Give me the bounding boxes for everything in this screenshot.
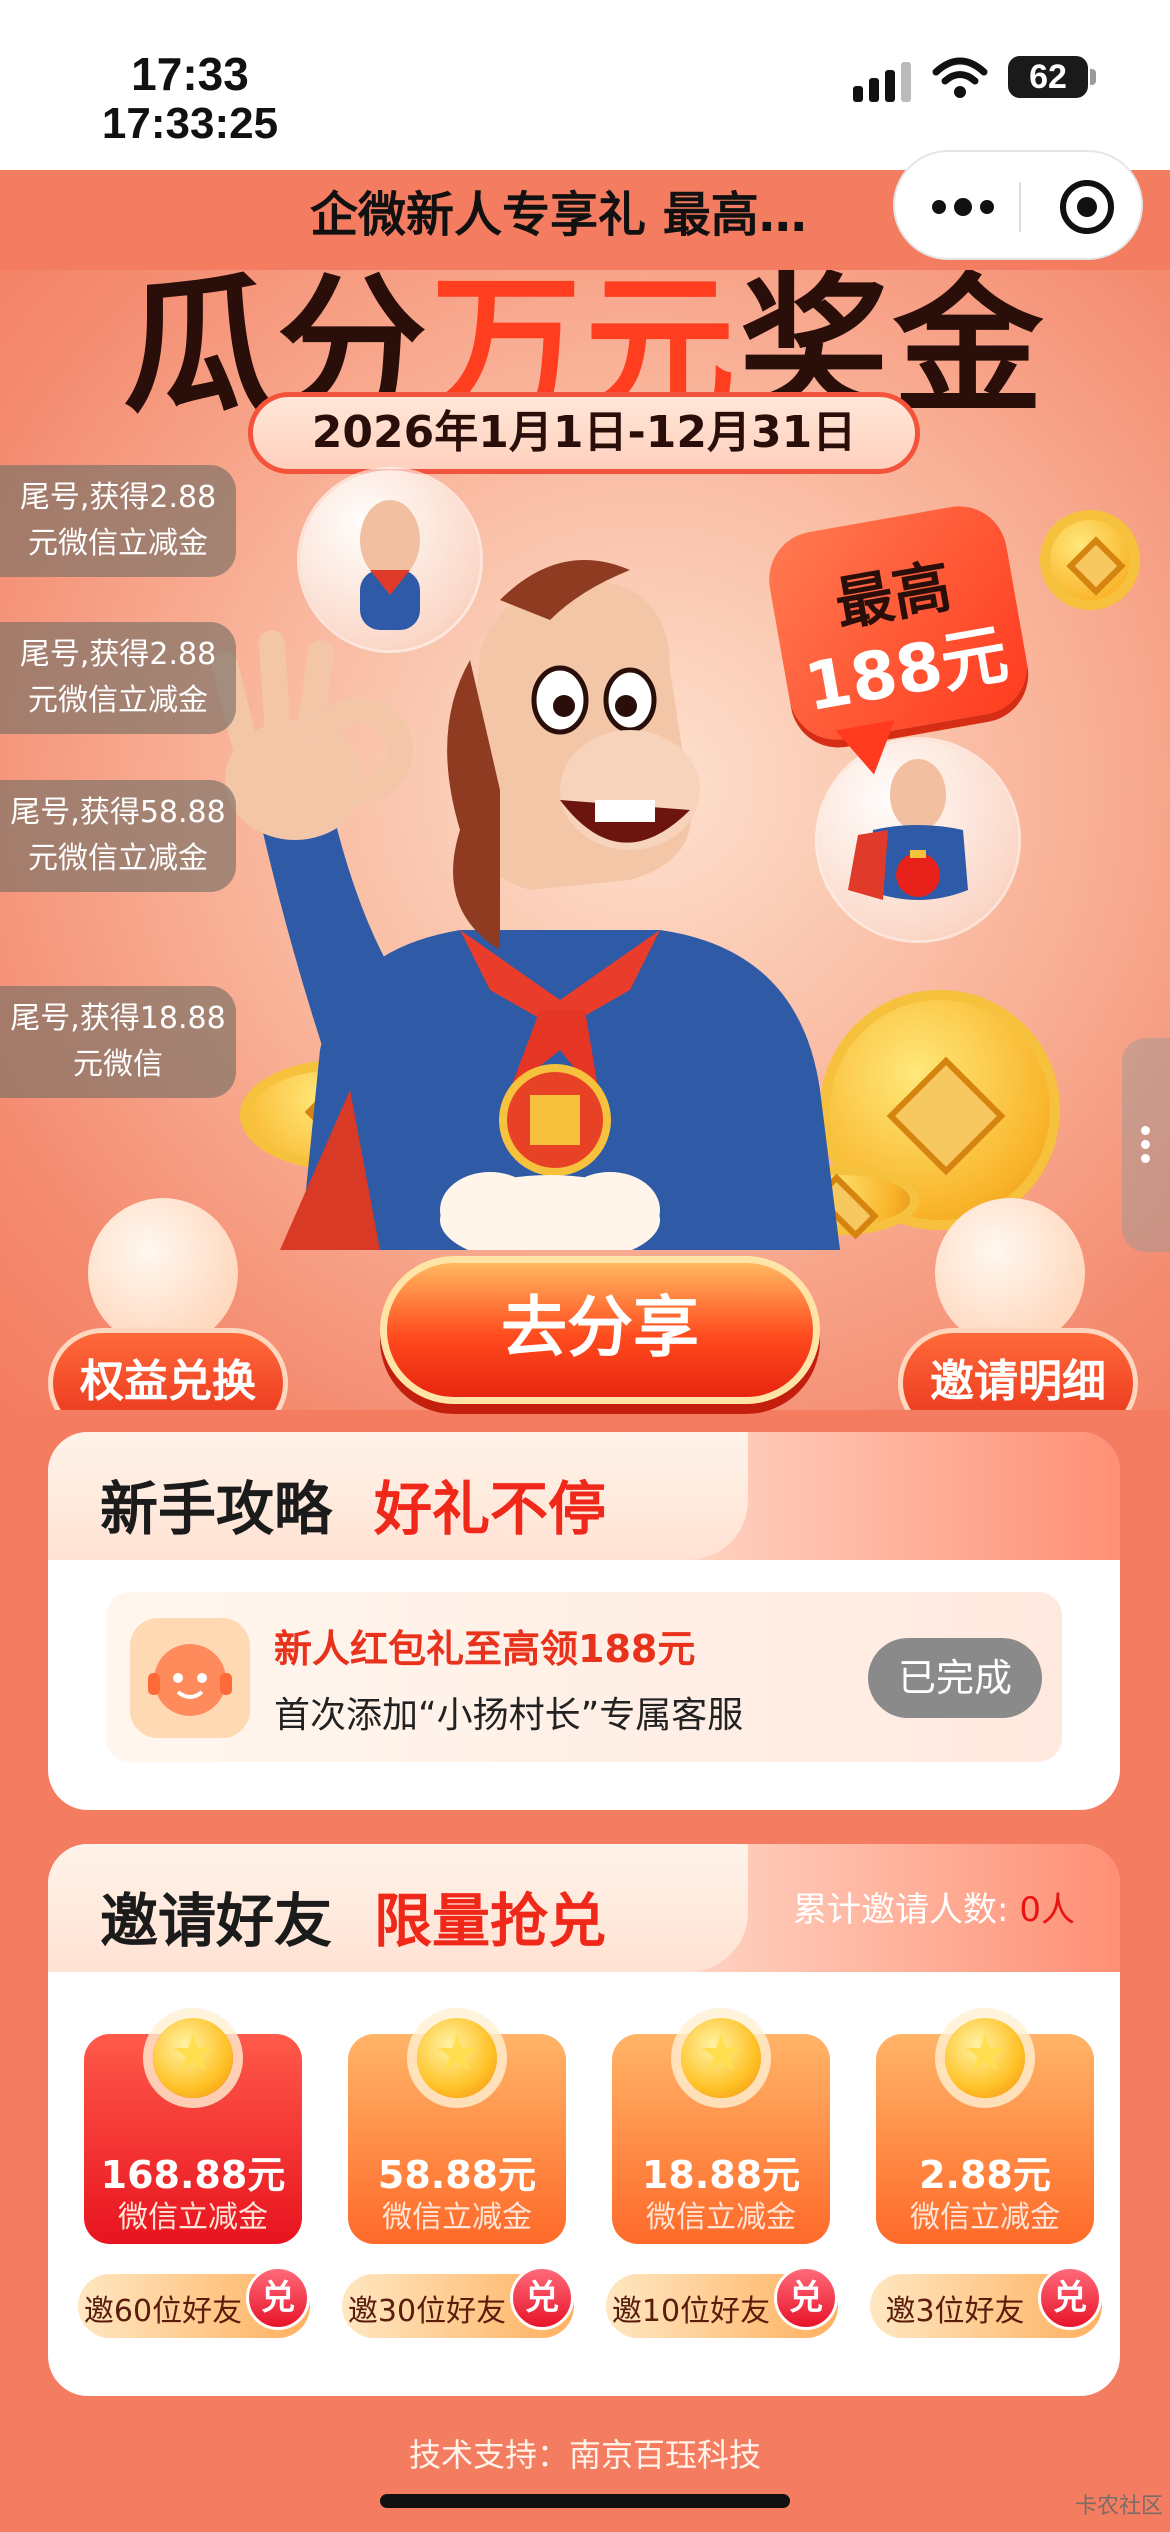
watermark: 卡农社区 [1075, 2494, 1164, 2519]
reward-label: 微信立减金 [118, 2200, 268, 2235]
invite-friends-card: 邀请好友 限量抢兑 累计邀请人数: 0人 168.88元 微信立减金 邀60位好… [48, 1844, 1120, 2396]
status-time: 17:33 [131, 48, 249, 100]
status-bar: 17:33 17:33:25 62 [0, 0, 1170, 170]
reward-label: 微信立减金 [910, 2200, 1060, 2235]
customer-service-avatar-icon [130, 1618, 250, 1738]
reward-toast: 尾号,获得2.88元微信立减金 [0, 622, 236, 734]
exchange-button[interactable]: 兑 [510, 2266, 574, 2330]
target-close-icon[interactable] [1060, 180, 1114, 234]
invite-card-icon[interactable] [935, 1198, 1085, 1348]
invite-subtitle: 限量抢兑 [374, 1887, 607, 1955]
capsule-divider [1019, 182, 1021, 232]
battery-icon: 62 [1008, 56, 1096, 98]
reward-exchange-bar[interactable]: 邀10位好友 兑 [606, 2266, 838, 2338]
gold-coin-icon [1040, 510, 1140, 610]
invite-count-label: 累计邀请人数: [793, 1890, 1009, 1930]
reward-amount: 168.88元 [100, 2153, 286, 2197]
horse-mascot-illustration [211, 560, 840, 1250]
beginner-guide-card: 新手攻略 好礼不停 新人红包礼至高领188元 首次添加“小扬村长”专属客服 已完… [48, 1432, 1120, 1810]
reward-exchange-bar[interactable]: 邀30位好友 兑 [342, 2266, 574, 2338]
reward-label: 微信立减金 [382, 2200, 532, 2235]
invite-requirement: 邀3位好友 [885, 2294, 1025, 2329]
star-coin-icon [153, 2018, 233, 2098]
invite-details-button[interactable]: 邀请明细 [898, 1328, 1138, 1410]
invite-title: 邀请好友 [100, 1887, 333, 1955]
floating-side-handle[interactable] [1122, 1038, 1170, 1252]
task-title: 新人红包礼至高领188元 [274, 1627, 696, 1671]
battery-level: 62 [1029, 58, 1067, 96]
reward-toast: 尾号,获得58.88元微信立减金 [0, 780, 236, 892]
more-dots-icon[interactable] [913, 177, 1013, 237]
invite-count: 累计邀请人数: 0人 [748, 1882, 1120, 1931]
reward-card[interactable]: 2.88元 微信立减金 [876, 2018, 1094, 2244]
task-completed-button[interactable]: 已完成 [868, 1638, 1042, 1718]
reward-exchange-bar[interactable]: 邀3位好友 兑 [870, 2266, 1102, 2338]
signal-icon [853, 62, 911, 102]
wifi-icon [932, 57, 988, 98]
reward-toast: 尾号,获得2.88元微信立减金 [0, 465, 236, 577]
star-coin-icon [945, 2018, 1025, 2098]
guide-title: 新手攻略 [100, 1475, 333, 1543]
page-title: 企微新人专享礼 最高… [310, 187, 807, 243]
reward-card[interactable]: 168.88元 微信立减金 [84, 2018, 302, 2244]
home-indicator [380, 2494, 790, 2508]
mini-program-capsule [893, 150, 1143, 260]
redeem-benefits-button[interactable]: 权益兑换 [48, 1328, 288, 1410]
invite-requirement: 邀10位好友 [611, 2294, 771, 2329]
exchange-button[interactable]: 兑 [246, 2266, 310, 2330]
invite-count-value: 0人 [1019, 1890, 1075, 1930]
star-coin-icon [417, 2018, 497, 2098]
task-description: 首次添加“小扬村长”专属客服 [274, 1695, 744, 1736]
status-clock: 17:33:25 [101, 99, 279, 148]
invite-requirement: 邀30位好友 [347, 2294, 507, 2329]
reward-label: 微信立减金 [646, 2200, 796, 2235]
tech-support-text: 技术支持：南京百珏科技 [408, 2436, 761, 2474]
exchange-button[interactable]: 兑 [1038, 2266, 1102, 2330]
reward-toast: 尾号,获得18.88元微信 [0, 986, 236, 1098]
reward-card[interactable]: 18.88元 微信立减金 [612, 2018, 830, 2244]
date-range: 2026年1月1日-12月31日 [248, 392, 920, 474]
reward-amount: 2.88元 [919, 2153, 1051, 2197]
reward-amount: 58.88元 [377, 2153, 537, 2197]
invite-requirement: 邀60位好友 [83, 2294, 243, 2329]
gift-gem-icon[interactable] [88, 1198, 238, 1348]
reward-amount: 18.88元 [641, 2153, 801, 2197]
task-item: 新人红包礼至高领188元 首次添加“小扬村长”专属客服 已完成 [106, 1592, 1062, 1762]
share-button[interactable]: 去分享 [380, 1256, 820, 1404]
exchange-button[interactable]: 兑 [774, 2266, 838, 2330]
reward-exchange-bar[interactable]: 邀60位好友 兑 [78, 2266, 310, 2338]
reward-card[interactable]: 58.88元 微信立减金 [348, 2018, 566, 2244]
guide-subtitle: 好礼不停 [374, 1475, 607, 1543]
star-coin-icon [681, 2018, 761, 2098]
